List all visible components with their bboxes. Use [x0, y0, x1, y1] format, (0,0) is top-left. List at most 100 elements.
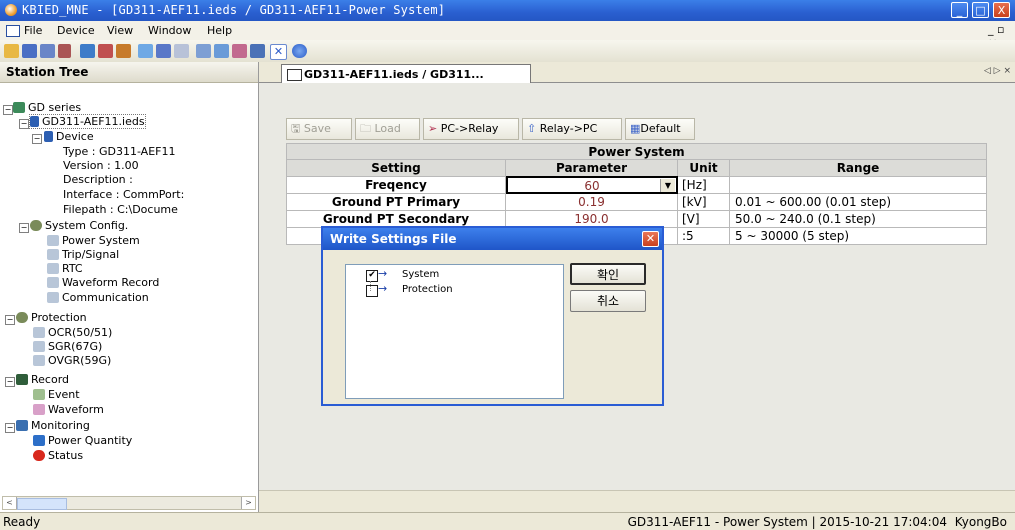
expander-protection[interactable]: − — [5, 315, 15, 325]
scroll-thumb[interactable] — [17, 498, 67, 510]
tree-item-protection[interactable]: Protection — [16, 311, 87, 324]
tree-item-device[interactable]: Device — [44, 130, 94, 143]
range-value — [730, 177, 987, 194]
bar-chart-icon — [33, 435, 45, 446]
arrow-icon: → — [378, 282, 388, 295]
minimize-button[interactable]: _ — [951, 2, 968, 18]
dropdown-arrow-icon[interactable]: ▼ — [660, 179, 675, 192]
protection-label: Protection — [402, 284, 453, 295]
file-icon — [30, 116, 39, 127]
tree-item-communication[interactable]: Communication — [47, 291, 149, 304]
cancel-button[interactable]: 취소 — [570, 290, 646, 312]
chart-icon[interactable] — [232, 44, 247, 58]
tree-line — [370, 281, 372, 291]
save-all-icon[interactable] — [40, 44, 55, 58]
menu-window[interactable]: Window — [148, 24, 191, 37]
network-icon[interactable] — [250, 44, 265, 58]
tree-item-system-config[interactable]: System Config. — [30, 219, 128, 232]
expander-device[interactable]: − — [32, 134, 42, 144]
expander-monitoring[interactable]: − — [5, 423, 15, 433]
setting-icon[interactable] — [138, 44, 153, 58]
expander-system-config[interactable]: − — [19, 223, 29, 233]
save-icon: 🖫 — [291, 122, 304, 135]
dialog-title-bar: Write Settings File ✕ — [323, 228, 662, 250]
tree-label: OCR(50/51) — [48, 326, 113, 339]
toolbar: ✕ — [0, 40, 1015, 63]
tree-item-event[interactable]: Event — [33, 388, 80, 401]
tree-label: OVGR(59G) — [48, 354, 112, 367]
ok-button[interactable]: 확인 — [570, 263, 646, 285]
open-folder-icon[interactable] — [4, 44, 19, 58]
device-filepath: Filepath : C:\Docume — [63, 203, 178, 216]
scroll-left-arrow[interactable]: < — [3, 497, 17, 509]
tab-label: GD311-AEF11.ieds / GD311... — [304, 68, 484, 81]
help-icon[interactable] — [292, 44, 307, 58]
maximize-button[interactable]: □ — [972, 2, 989, 18]
print-icon[interactable] — [58, 44, 71, 58]
tree-item-ocr[interactable]: OCR(50/51) — [33, 326, 112, 339]
tree-item-rtc[interactable]: RTC — [47, 262, 83, 275]
range-value: 50.0 ~ 240.0 (0.1 step) — [730, 211, 987, 228]
tree-item-waveform[interactable]: Waveform — [33, 403, 104, 416]
tree-item-power-quantity[interactable]: Power Quantity — [33, 434, 132, 447]
table-row: Ground PT Primary 0.19 [kV] 0.01 ~ 600.0… — [286, 194, 987, 211]
protection-checkbox[interactable] — [366, 285, 378, 297]
relay-pc-button[interactable]: ⇧ Relay->PC — [522, 118, 622, 140]
waveform-icon[interactable] — [214, 44, 229, 58]
tree-label: GD311-AEF11.ieds — [42, 115, 145, 128]
tree-item-gd-series[interactable]: GD series — [13, 101, 81, 114]
tree-item-power-system[interactable]: Power System — [47, 234, 140, 247]
relay-pc-label: Relay->PC — [539, 122, 598, 135]
frequency-select[interactable]: 60 ▼ — [506, 176, 678, 194]
tree-item-record[interactable]: Record — [16, 373, 69, 386]
save-disk-icon[interactable] — [22, 44, 37, 58]
tree-item-trip-signal[interactable]: Trip/Signal — [47, 248, 119, 261]
load-button[interactable]: 🗀 Load — [355, 118, 420, 140]
monitor-icon[interactable] — [156, 44, 171, 58]
menu-device[interactable]: Device — [57, 24, 95, 37]
parameter-value[interactable]: 0.19 — [506, 194, 678, 211]
status-ready: Ready — [3, 515, 41, 529]
window-title: KBIED_MNE - [GD311-AEF11.ieds / GD311-AE… — [22, 3, 446, 17]
unit-value: [V] — [678, 211, 730, 228]
pc-relay-button[interactable]: ➢ PC->Relay — [423, 118, 519, 140]
tree-item-ieds[interactable]: GD311-AEF11.ieds — [29, 114, 146, 129]
status-info: GD311-AEF11 - Power System | 2015-10-21 … — [627, 515, 947, 529]
setting-icon — [47, 277, 59, 288]
receive-icon: ⇧ — [527, 122, 540, 135]
tree-label: SGR(67G) — [48, 340, 103, 353]
tree-label: RTC — [62, 262, 83, 275]
scroll-right-arrow[interactable]: > — [241, 497, 255, 509]
window-icon[interactable] — [196, 44, 211, 58]
tree-view-icon[interactable] — [80, 44, 95, 58]
expander-record[interactable]: − — [5, 377, 15, 387]
menu-help[interactable]: Help — [207, 24, 232, 37]
save-button[interactable]: 🖫 Save — [286, 118, 352, 140]
setting-icon — [47, 235, 59, 246]
default-button[interactable]: ▦Default — [625, 118, 695, 140]
connect-icon[interactable] — [98, 44, 113, 58]
menu-view[interactable]: View — [107, 24, 133, 37]
close-button[interactable]: X — [993, 2, 1010, 18]
tab-navigation[interactable]: ◁ ▷ × — [984, 66, 1011, 76]
table-row: Freqency 60 ▼ [Hz] — [286, 176, 987, 194]
tree-item-status[interactable]: Status — [33, 449, 83, 462]
tab-power-system[interactable]: GD311-AEF11.ieds / GD311... — [281, 64, 531, 83]
horizontal-scrollbar[interactable]: < > — [2, 496, 256, 510]
system-checkbox[interactable]: ✔ — [366, 270, 378, 282]
tree-item-monitoring[interactable]: Monitoring — [16, 419, 90, 432]
expander-ieds[interactable]: − — [19, 119, 29, 129]
unit-value: [kV] — [678, 194, 730, 211]
tree-item-sgr[interactable]: SGR(67G) — [33, 340, 102, 353]
tree-item-waveform-record[interactable]: Waveform Record — [47, 276, 159, 289]
folder-icon: 🗀 — [360, 122, 375, 135]
device-icon[interactable] — [116, 44, 131, 58]
list-icon[interactable] — [174, 44, 189, 58]
expander-root[interactable]: − — [3, 105, 13, 115]
tree-item-ovgr[interactable]: OVGR(59G) — [33, 354, 111, 367]
dialog-close-button[interactable]: ✕ — [642, 231, 659, 247]
device-version: Version : 1.00 — [63, 159, 139, 172]
menu-file[interactable]: File — [24, 24, 42, 37]
app-icon — [5, 4, 17, 16]
delete-icon[interactable]: ✕ — [270, 44, 287, 60]
